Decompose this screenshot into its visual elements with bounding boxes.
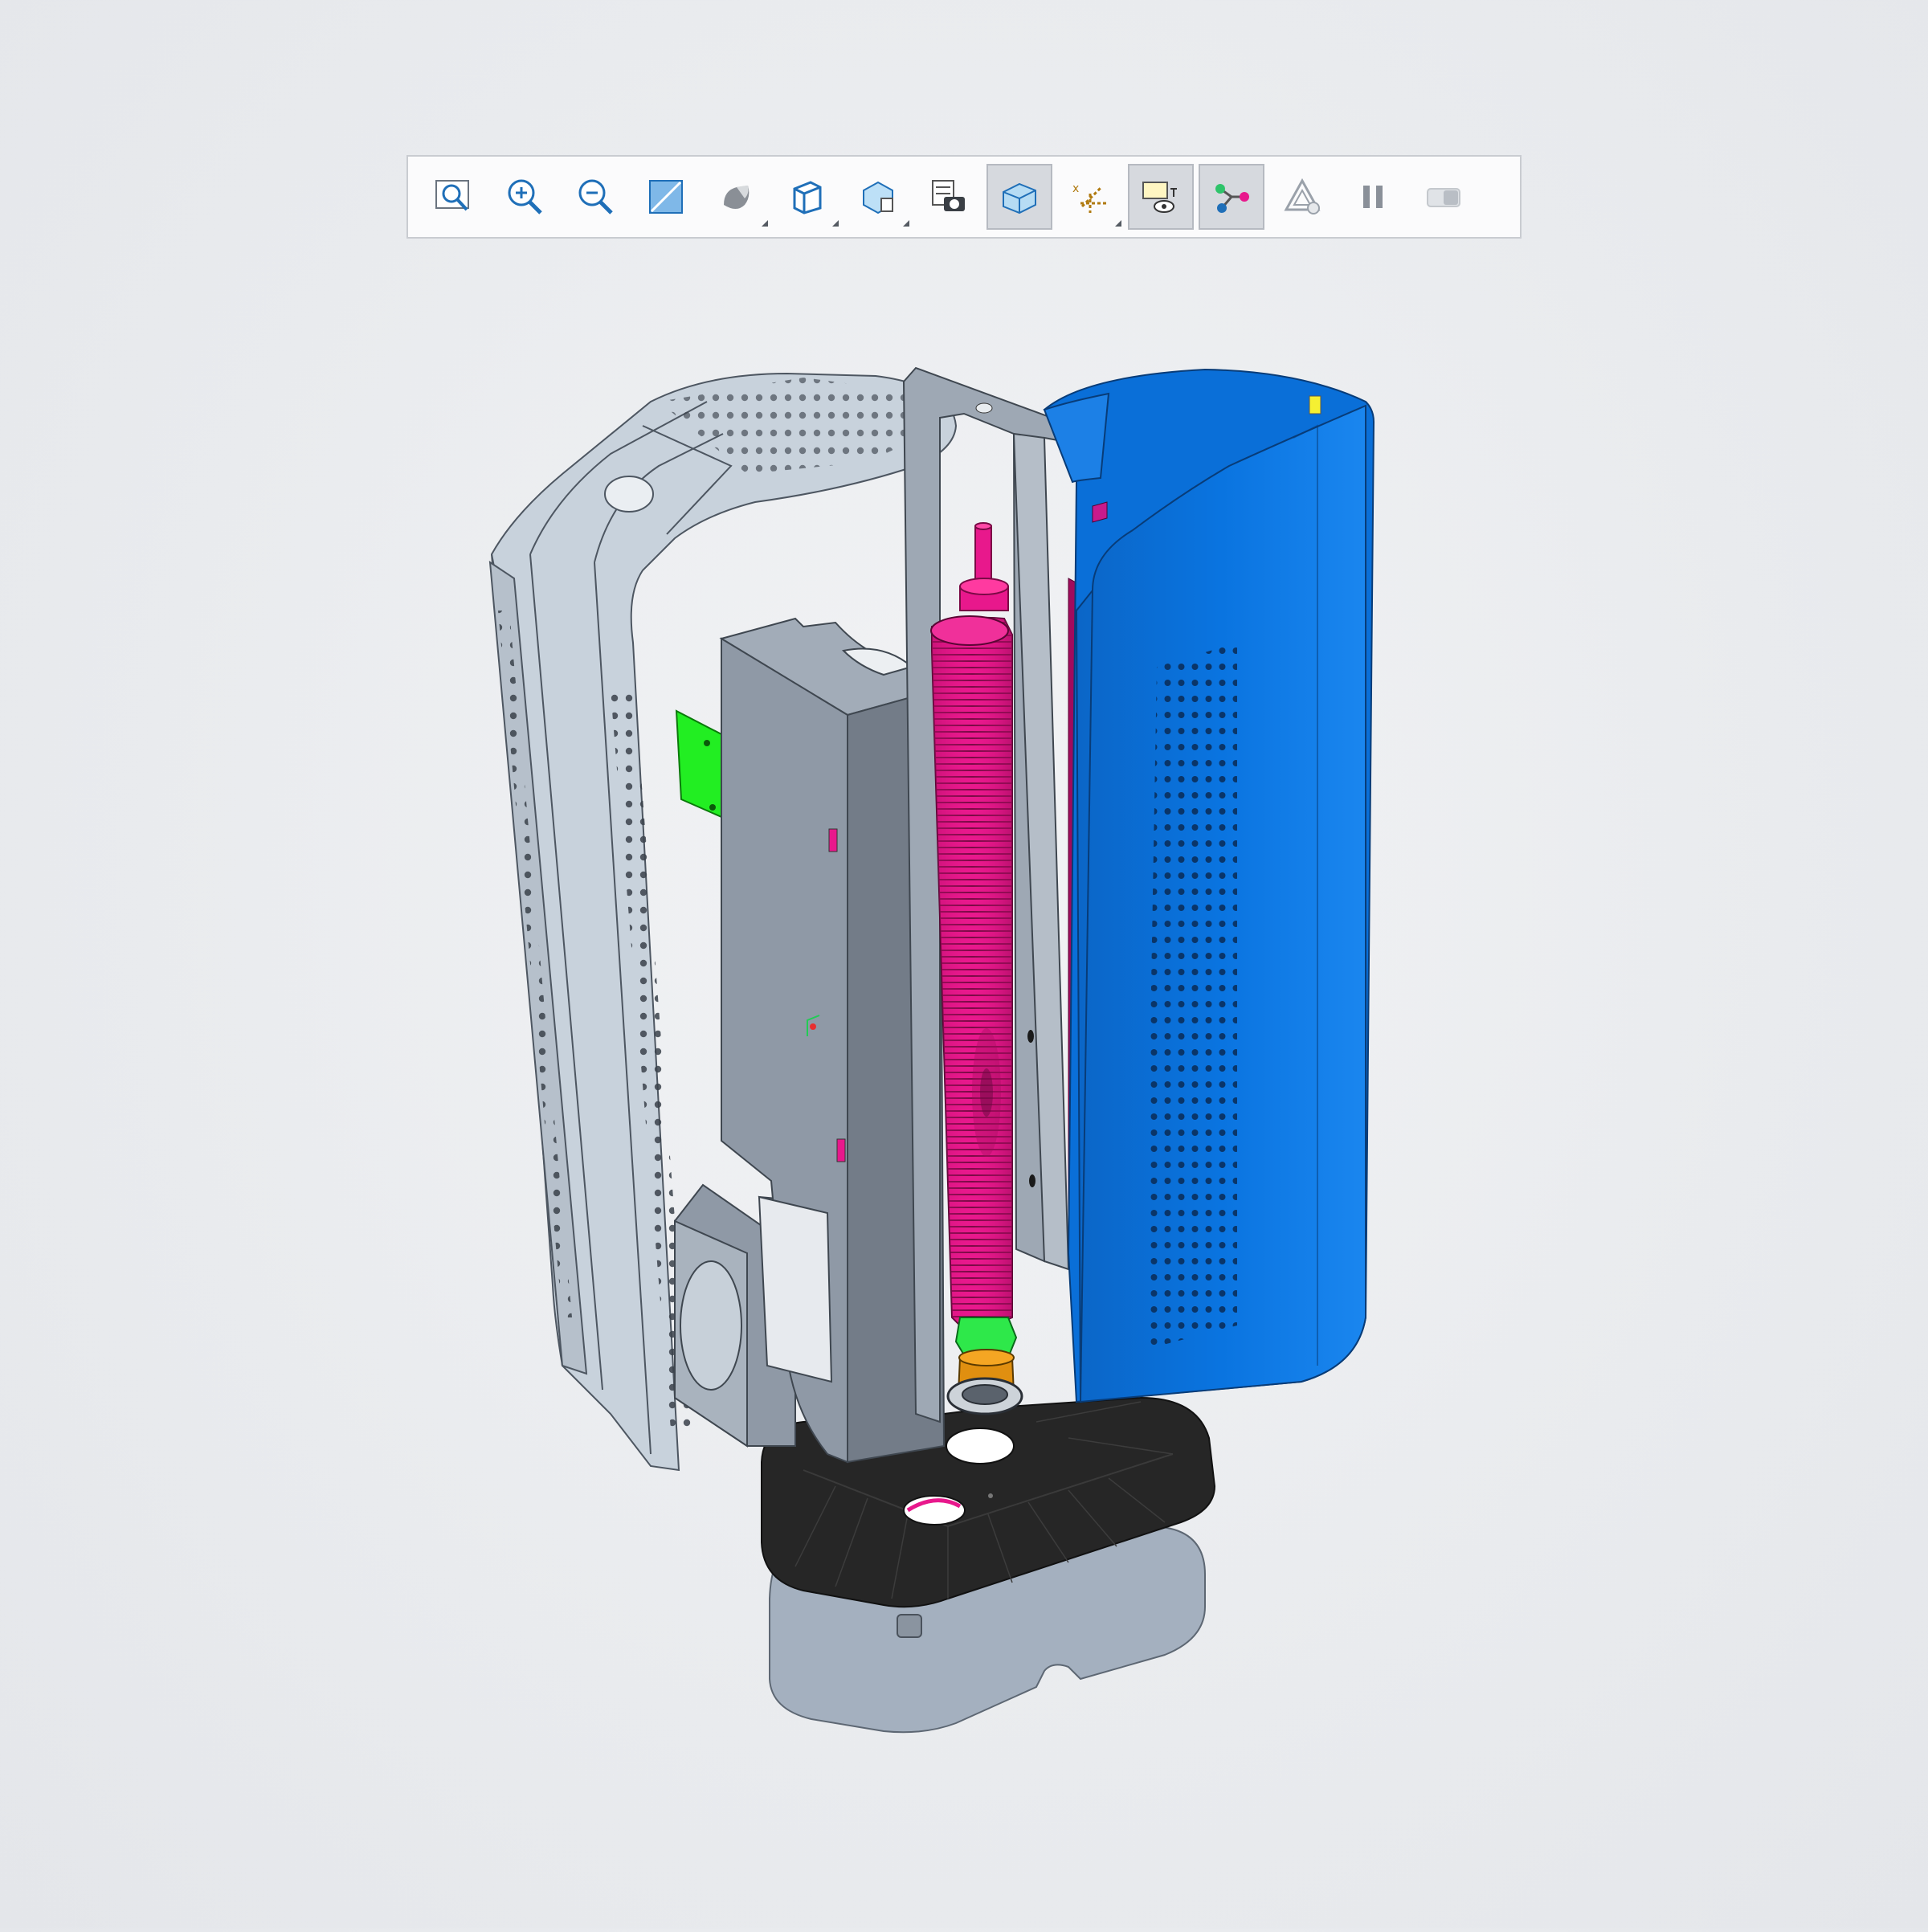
blue-rear-shell: [1043, 368, 1375, 1403]
display-style-button[interactable]: [704, 164, 770, 230]
repaint-icon: [649, 180, 683, 214]
view-manager-button[interactable]: [845, 164, 911, 230]
toggle-view-icon: [1427, 188, 1460, 207]
toggle-view-button[interactable]: [1411, 164, 1477, 230]
spin-center-button[interactable]: [1269, 164, 1335, 230]
view-manager-icon: [863, 181, 893, 214]
dropdown-caret-icon: [832, 220, 839, 227]
pause-icon: [1363, 186, 1383, 208]
coil-coupling: [946, 1317, 1023, 1415]
perspective-view-icon: [932, 180, 965, 211]
perspective-view-button[interactable]: [916, 164, 982, 230]
refit-icon: [435, 180, 469, 211]
annotation-display-button[interactable]: [1128, 164, 1194, 230]
dropdown-caret-icon: [762, 220, 768, 227]
zoom-in-icon: [508, 179, 542, 214]
explode-view-icon: [1215, 184, 1249, 213]
explode-view-button[interactable]: [1199, 164, 1264, 230]
display-style-icon: [724, 186, 750, 209]
refit-button[interactable]: [421, 164, 487, 230]
svg-text:x: x: [1072, 182, 1079, 195]
zoom-in-button[interactable]: [492, 164, 558, 230]
green-bracket: [675, 709, 729, 821]
exploded-assembly-model: [488, 366, 1375, 1734]
dropdown-caret-icon: [1115, 220, 1121, 227]
spin-center-icon: [1284, 178, 1321, 214]
repaint-button[interactable]: [633, 164, 699, 230]
3d-viewport[interactable]: x: [0, 0, 1928, 1928]
zoom-out-icon: [578, 179, 613, 214]
saved-orientations-button[interactable]: [774, 164, 840, 230]
datum-display-icon: x: [1072, 182, 1106, 213]
saved-orientations-icon: [793, 181, 822, 214]
dropdown-caret-icon: [903, 220, 909, 227]
section-view-icon: [1003, 182, 1036, 214]
section-view-button[interactable]: [986, 164, 1052, 230]
zoom-out-button[interactable]: [562, 164, 628, 230]
graphics-toolbar: x: [406, 155, 1522, 239]
datum-display-button[interactable]: x: [1057, 164, 1123, 230]
annotation-display-icon: [1142, 182, 1177, 213]
pause-button[interactable]: [1340, 164, 1406, 230]
